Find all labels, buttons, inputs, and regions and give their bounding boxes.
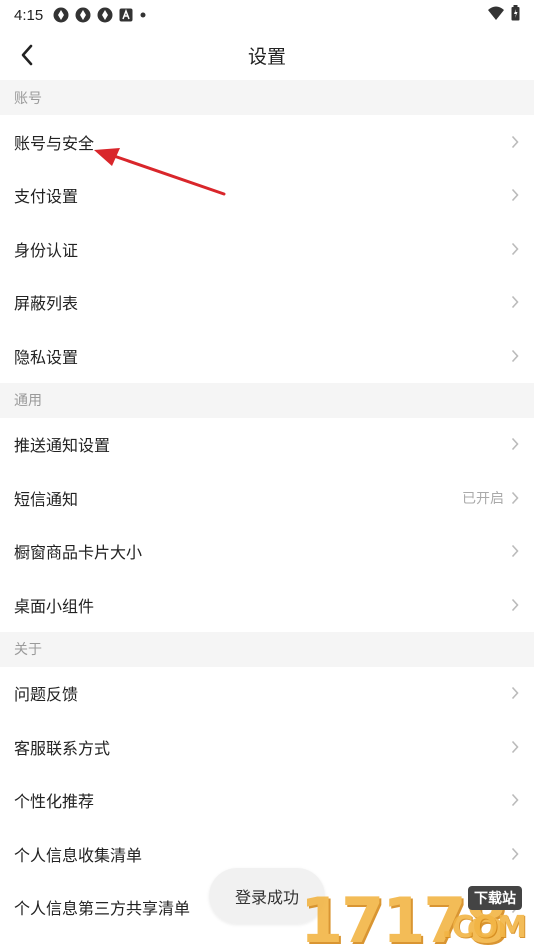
page-title: 设置 [247, 46, 286, 68]
settings-item-card-size[interactable]: 橱窗商品卡片大小 [0, 524, 534, 578]
wifi-icon [488, 6, 504, 20]
app-icon [53, 7, 69, 23]
chevron-right-icon [510, 598, 520, 612]
settings-item-label: 隐私设置 [14, 349, 79, 367]
app-icon [97, 7, 113, 23]
settings-item-identity[interactable]: 身份认证 [0, 222, 534, 276]
section-header-account: 账号 [0, 80, 534, 115]
chevron-right-icon [510, 135, 520, 149]
settings-item-push-notifications[interactable]: 推送通知设置 [0, 417, 534, 471]
settings-item-label: 问题反馈 [14, 687, 79, 705]
chevron-right-icon [510, 242, 520, 256]
nav-bar: 设置 [0, 30, 534, 80]
chevron-right-icon [510, 188, 520, 202]
settings-item-payment[interactable]: 支付设置 [0, 168, 534, 222]
watermark-badge: 下载站 [468, 886, 522, 910]
settings-item-label: 支付设置 [14, 189, 79, 207]
settings-item-label: 账号与安全 [14, 135, 95, 153]
section-header-about: 关于 [0, 631, 534, 667]
chevron-right-icon [510, 793, 520, 807]
settings-item-label: 个性化推荐 [14, 794, 95, 812]
settings-item-label: 客服联系方式 [14, 740, 111, 758]
chevron-right-icon [510, 740, 520, 754]
settings-item-personalized-recs[interactable]: 个性化推荐 [0, 773, 534, 827]
chevron-right-icon [510, 295, 520, 309]
settings-item-sms-notifications[interactable]: 短信通知 已开启 [0, 471, 534, 525]
settings-item-label: 屏蔽列表 [14, 296, 79, 314]
watermark-logo: 17178 下载站 .COM [300, 872, 527, 950]
settings-item-label: 个人信息收集清单 [14, 847, 143, 865]
status-right-icons [487, 5, 520, 21]
settings-item-customer-service[interactable]: 客服联系方式 [0, 720, 534, 774]
settings-item-feedback[interactable]: 问题反馈 [0, 666, 534, 720]
app-icon [75, 7, 91, 23]
dot-icon [140, 12, 146, 18]
chevron-right-icon [510, 437, 520, 451]
status-bar: 4:15 [0, 0, 534, 30]
chevron-right-icon [510, 847, 520, 861]
status-value: 已开启 [462, 489, 504, 506]
chevron-right-icon [510, 491, 520, 505]
settings-item-label: 桌面小组件 [14, 598, 95, 616]
settings-item-label: 短信通知 [14, 491, 79, 509]
chevron-right-icon [510, 686, 520, 700]
settings-item-block-list[interactable]: 屏蔽列表 [0, 275, 534, 329]
settings-item-widgets[interactable]: 桌面小组件 [0, 578, 534, 632]
settings-item-account-security[interactable]: 账号与安全 [0, 115, 534, 169]
chevron-right-icon [510, 544, 520, 558]
chevron-right-icon [510, 349, 520, 363]
back-button[interactable] [12, 40, 42, 70]
section-header-general: 通用 [0, 382, 534, 418]
settings-item-privacy[interactable]: 隐私设置 [0, 329, 534, 383]
a-badge-icon [119, 8, 133, 22]
watermark-com: .COM [441, 910, 527, 945]
chevron-left-icon [21, 44, 33, 66]
status-left-icons [53, 7, 147, 23]
battery-icon [511, 5, 520, 21]
status-time: 4:15 [14, 6, 44, 24]
settings-item-label: 身份认证 [14, 242, 79, 260]
settings-item-label: 推送通知设置 [14, 438, 111, 456]
settings-item-label: 橱窗商品卡片大小 [14, 545, 143, 563]
